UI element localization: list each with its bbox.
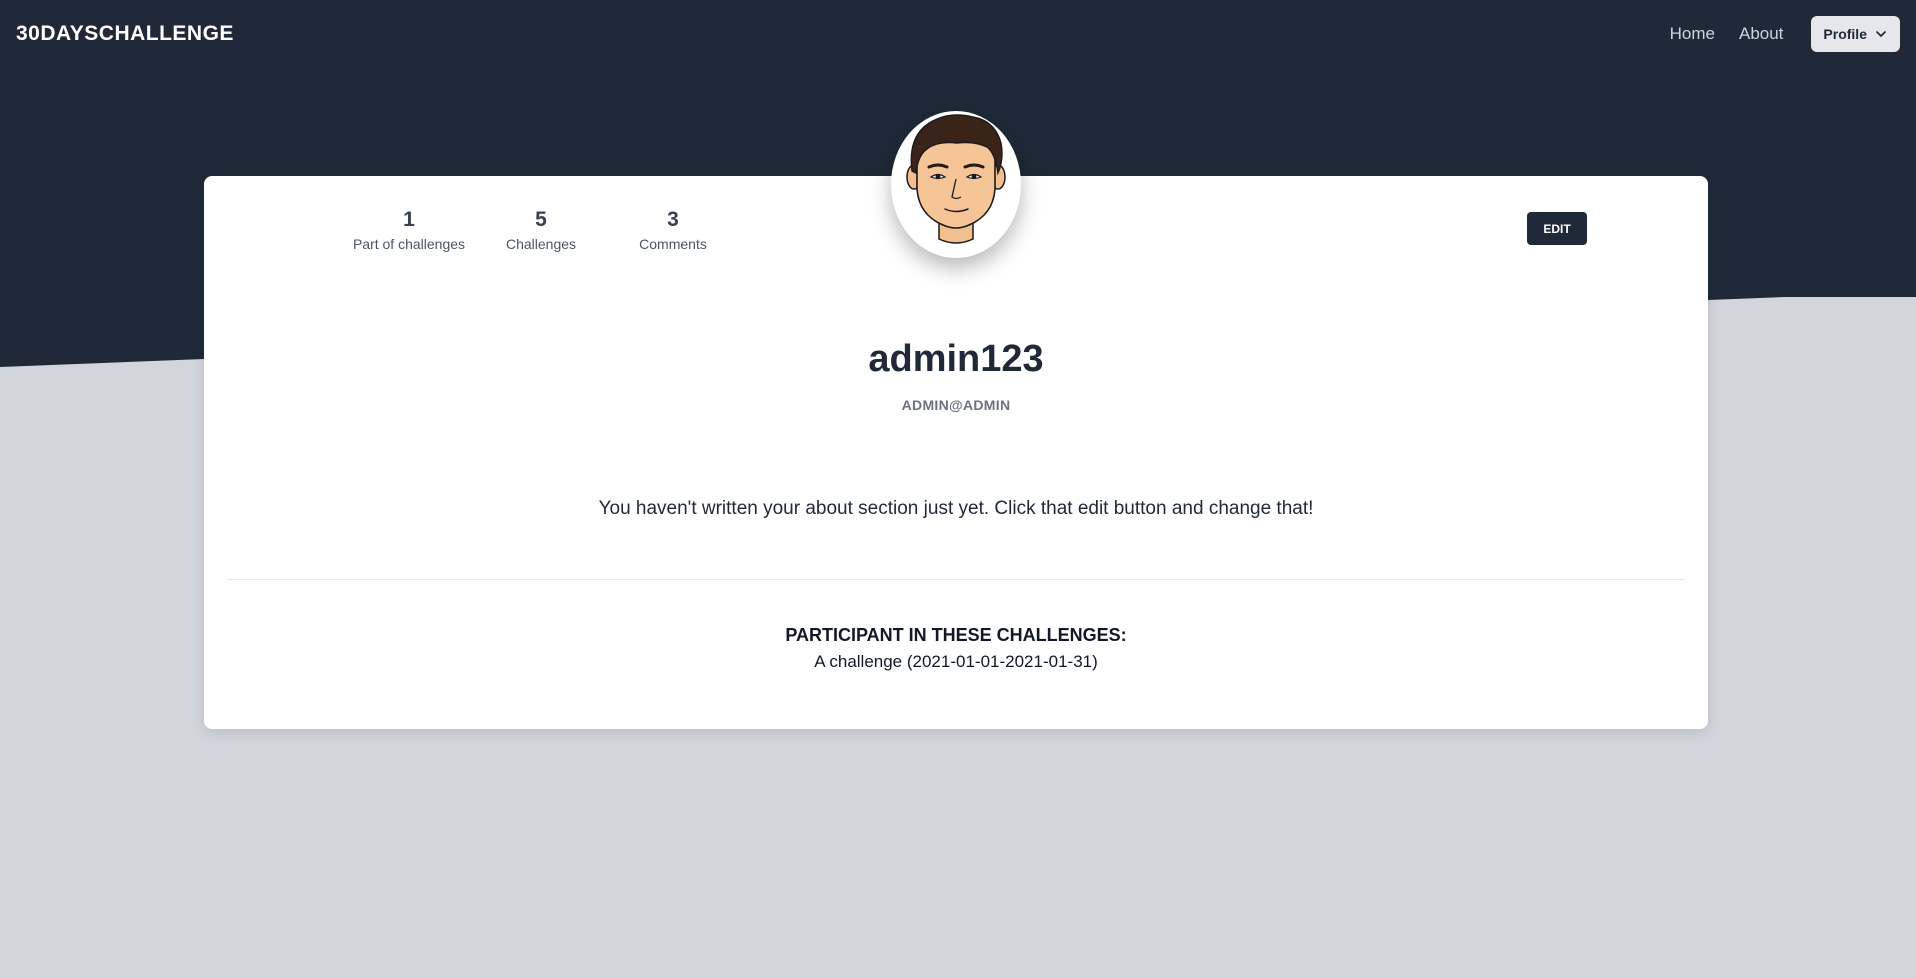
stat-part-of-challenges: 1 Part of challenges	[350, 206, 468, 252]
stat-value: 5	[535, 208, 547, 231]
stat-comments: 3 Comments	[614, 206, 732, 252]
avatar	[891, 111, 1021, 258]
stat-label: Part of challenges	[352, 236, 466, 252]
profile-dropdown-button[interactable]: Profile	[1811, 16, 1900, 52]
user-email: ADMIN@ADMIN	[901, 397, 1011, 413]
profile-button-label: Profile	[1823, 26, 1867, 42]
chevron-down-icon	[1876, 30, 1886, 38]
stat-challenges: 5 Challenges	[482, 206, 600, 252]
username: admin123	[868, 338, 1044, 380]
nav-link-about[interactable]: About	[1739, 24, 1783, 44]
brand-logo[interactable]: 30DAYSCHALLENGE	[16, 22, 234, 46]
profile-card: 1 Part of challenges 5 Challenges 3 Comm…	[204, 176, 1708, 729]
about-text: You haven't written your about section j…	[598, 498, 1314, 519]
challenge-list-item[interactable]: A challenge (2021-01-01-2021-01-31)	[204, 652, 1708, 672]
edit-button[interactable]: EDIT	[1527, 212, 1587, 245]
stat-value: 1	[403, 208, 415, 231]
avatar-face-illustration	[906, 114, 1006, 244]
participant-heading: PARTICIPANT IN THESE CHALLENGES:	[785, 625, 1127, 645]
stat-label: Comments	[639, 236, 707, 252]
navbar: 30DAYSCHALLENGE Home About Profile	[0, 0, 1916, 68]
nav-link-home[interactable]: Home	[1670, 24, 1715, 44]
divider	[227, 579, 1685, 580]
profile-stats: 1 Part of challenges 5 Challenges 3 Comm…	[350, 206, 746, 252]
stat-label: Challenges	[505, 236, 577, 252]
stat-value: 3	[667, 208, 679, 231]
nav-links: Home About Profile	[1670, 16, 1900, 52]
